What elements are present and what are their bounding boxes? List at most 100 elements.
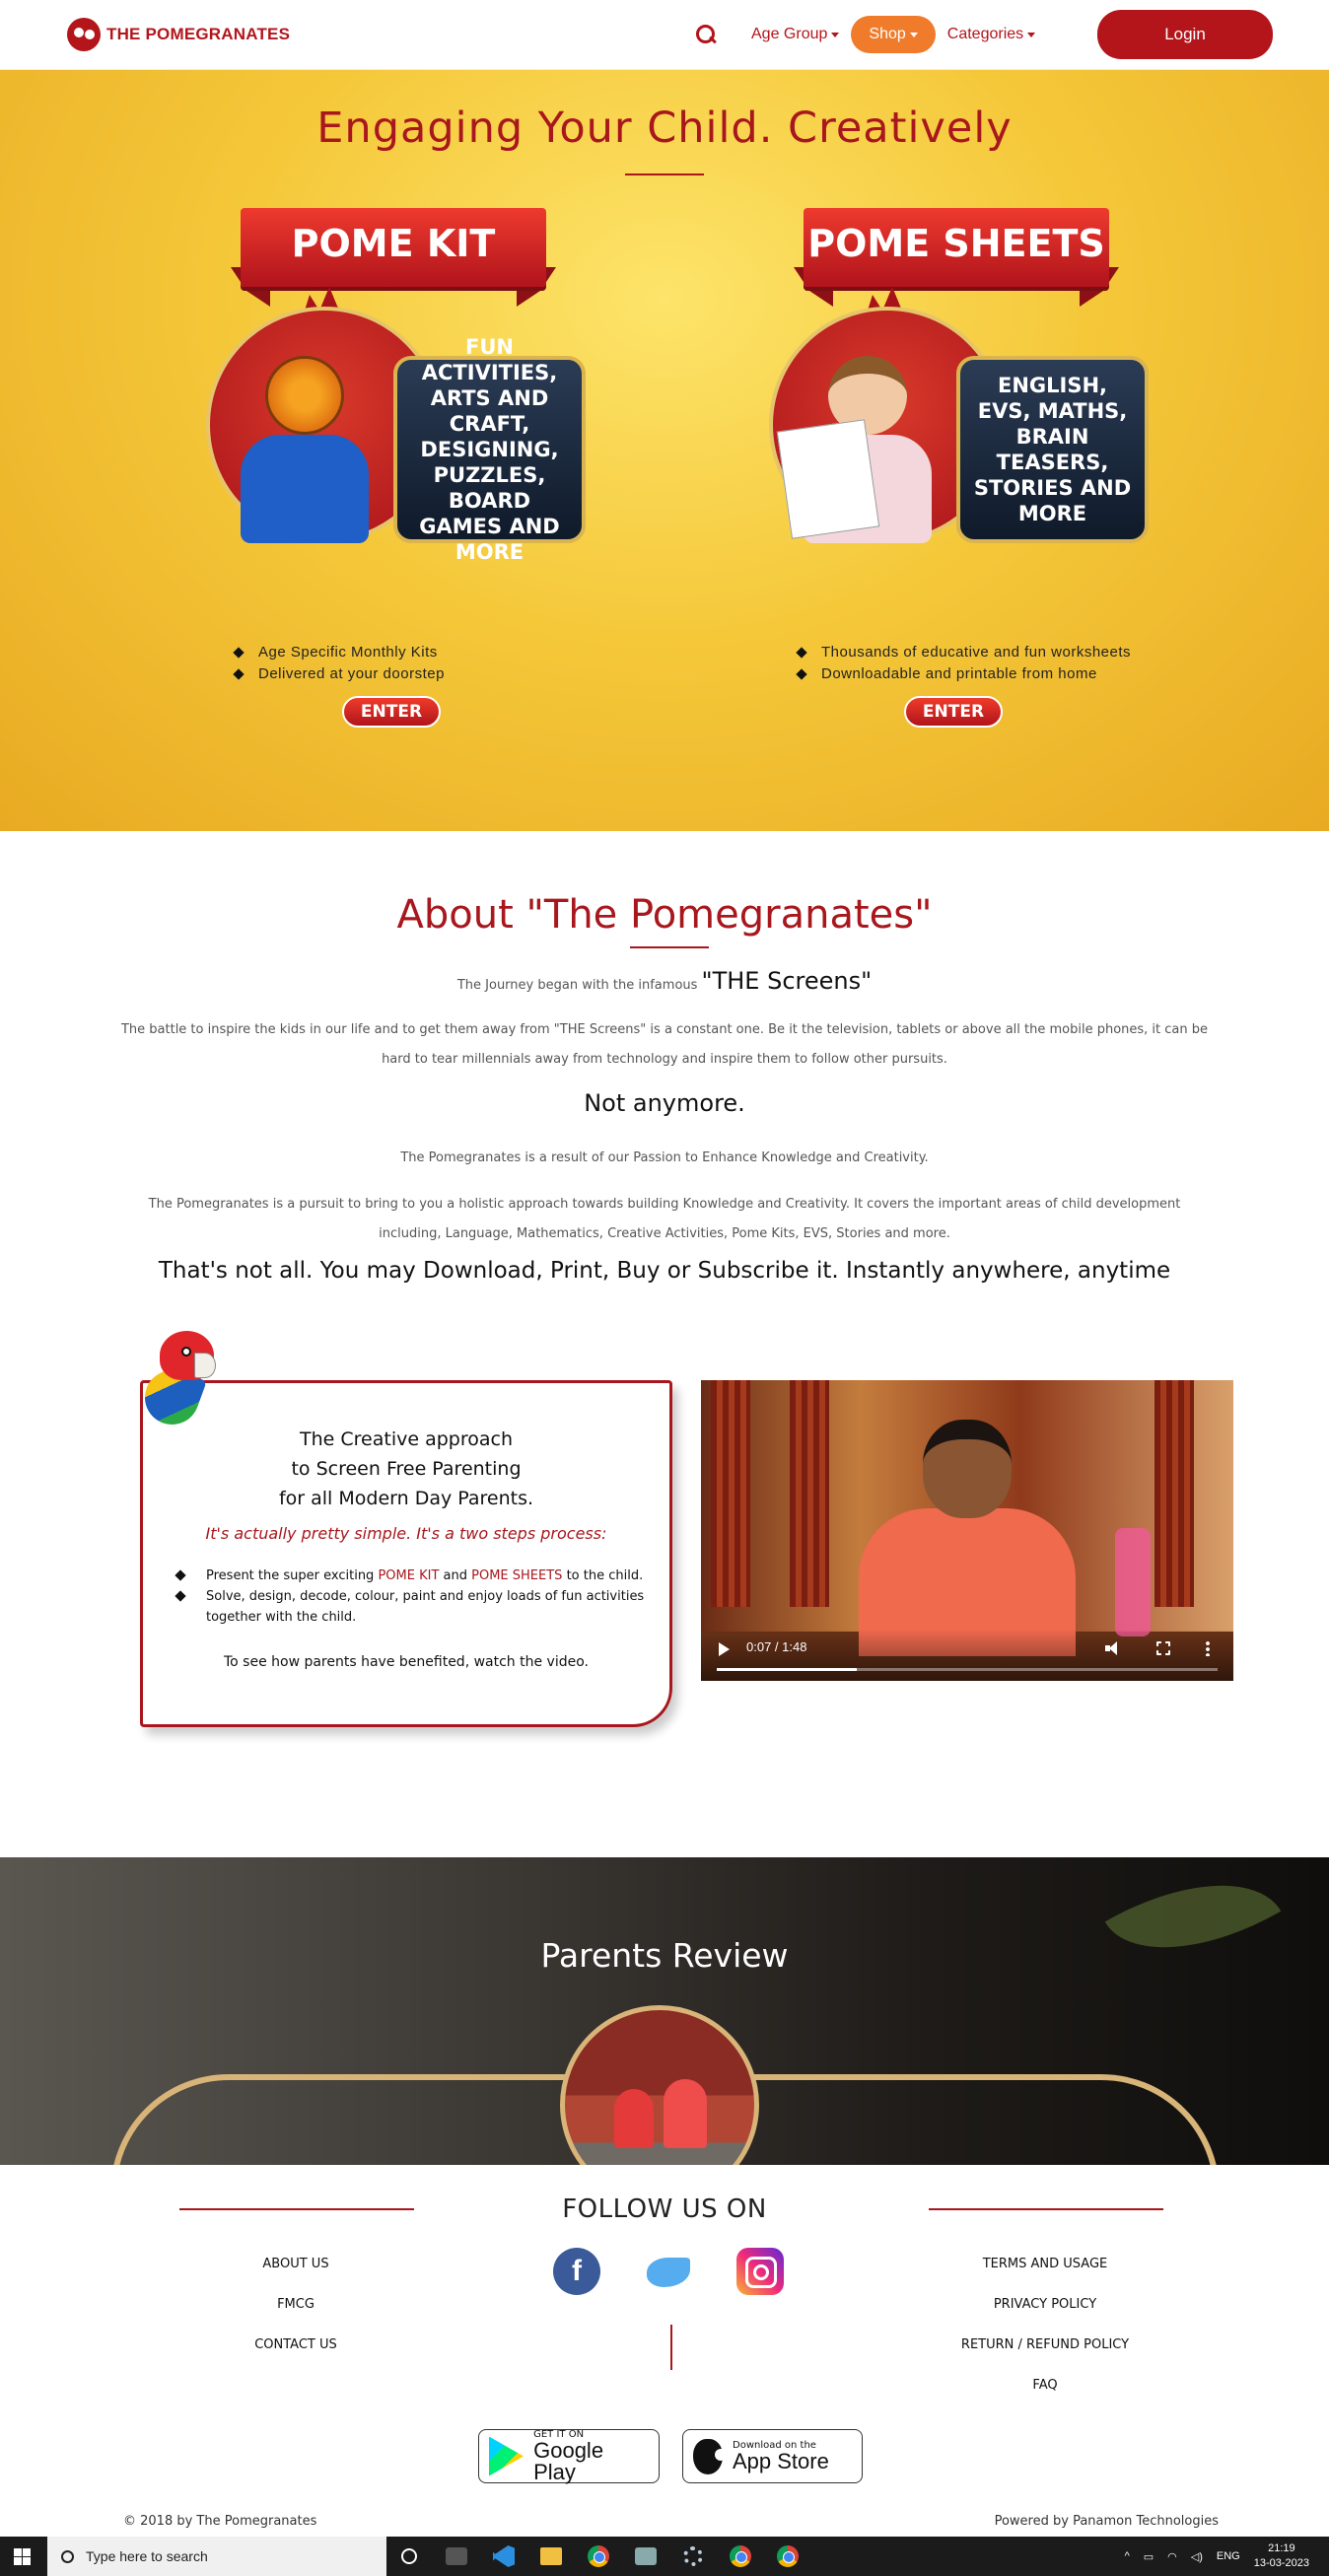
windows-start-icon[interactable] bbox=[14, 2548, 31, 2565]
pome-kit-link[interactable]: POME KIT bbox=[378, 1568, 439, 1583]
hero-banner: Engaging Your Child. Creatively POME KIT… bbox=[0, 70, 1329, 831]
volume-icon[interactable] bbox=[1105, 1641, 1121, 1655]
footer-link-privacy[interactable]: PRIVACY POLICY bbox=[927, 2297, 1163, 2337]
footer-link-about[interactable]: ABOUT US bbox=[197, 2257, 394, 2297]
list-item: Thousands of educative and fun worksheet… bbox=[794, 642, 1131, 663]
settings-icon[interactable] bbox=[678, 2543, 708, 2569]
caret-down-icon bbox=[909, 32, 918, 37]
file-explorer-icon[interactable] bbox=[536, 2543, 566, 2569]
footer-link-terms[interactable]: TERMS AND USAGE bbox=[927, 2257, 1163, 2297]
google-play-big: Google Play bbox=[533, 2437, 604, 2484]
pome-sheets-enter-button[interactable]: ENTER bbox=[904, 696, 1003, 728]
list-item: Solve, design, decode, colour, paint and… bbox=[173, 1586, 656, 1628]
footer-link-faq[interactable]: FAQ bbox=[927, 2378, 1163, 2418]
footer-link-refund[interactable]: RETURN / REFUND POLICY bbox=[927, 2337, 1163, 2378]
list-item: Delivered at your doorstep bbox=[231, 663, 445, 685]
twitter-icon[interactable] bbox=[645, 2248, 692, 2295]
footer-link-contact[interactable]: CONTACT US bbox=[197, 2337, 394, 2378]
cortana-icon[interactable] bbox=[394, 2543, 424, 2569]
pome-kit-bullets: Age Specific Monthly Kits Delivered at y… bbox=[231, 642, 445, 685]
taskbar-apps bbox=[394, 2537, 803, 2576]
play-icon[interactable] bbox=[719, 1642, 730, 1656]
list-item: Downloadable and printable from home bbox=[794, 663, 1131, 685]
pome-kit-card: POME KIT FUN ACTIVITIES, ARTS AND CRAFT,… bbox=[162, 208, 625, 760]
instagram-icon[interactable] bbox=[736, 2248, 784, 2295]
app-store-text: Download on the App Store bbox=[733, 2440, 829, 2472]
more-options-icon[interactable] bbox=[1206, 1640, 1210, 1656]
tiger-mask bbox=[265, 356, 344, 435]
about-heading: Not anymore. bbox=[584, 1089, 745, 1117]
search-icon bbox=[61, 2549, 74, 2563]
speaker-head bbox=[923, 1420, 1012, 1518]
parents-review-section: Parents Review bbox=[0, 1857, 1329, 2165]
pome-sheets-bullets: Thousands of educative and fun worksheet… bbox=[794, 642, 1131, 685]
apple-icon bbox=[693, 2438, 727, 2474]
speaker-icon[interactable]: ◁) bbox=[1191, 2550, 1203, 2563]
parrot-beak bbox=[194, 1353, 216, 1378]
footer-link-fmcg[interactable]: FMCG bbox=[197, 2297, 394, 2337]
curtain bbox=[790, 1380, 829, 1607]
clock-date: 13-03-2023 bbox=[1253, 2557, 1309, 2569]
facebook-icon[interactable]: f bbox=[553, 2248, 600, 2295]
pome-sheets-link[interactable]: POME SHEETS bbox=[471, 1568, 562, 1583]
pome-sheets-card: POME SHEETS ENGLISH, EVS, MATHS, BRAIN T… bbox=[725, 208, 1188, 760]
language-indicator[interactable]: ENG bbox=[1217, 2550, 1240, 2562]
video-player[interactable]: 0:07 / 1:48 bbox=[701, 1380, 1233, 1681]
google-play-badge[interactable]: GET IT ON Google Play bbox=[478, 2429, 660, 2483]
video-progress-bar[interactable] bbox=[717, 1668, 1218, 1671]
nav-shop[interactable]: Shop bbox=[851, 16, 936, 53]
system-tray: ^ ▭ ◠ ◁) ENG 21:19 13-03-2023 bbox=[1125, 2537, 1309, 2576]
about-journey: The Journey began with the infamous "THE… bbox=[0, 967, 1329, 995]
nav-categories-label: Categories bbox=[946, 26, 1024, 42]
logo[interactable]: THE POMEGRANATES bbox=[67, 18, 290, 51]
pome-sheets-info-box: ENGLISH, EVS, MATHS, BRAIN TEASERS, STOR… bbox=[956, 356, 1149, 543]
app-icon[interactable] bbox=[631, 2543, 661, 2569]
chrome-icon[interactable] bbox=[773, 2543, 803, 2569]
windows-taskbar: Type here to search ^ ▭ ◠ ◁) ENG 21:19 1… bbox=[0, 2537, 1329, 2576]
pome-kit-enter-button[interactable]: ENTER bbox=[342, 696, 441, 728]
creative-subtitle: It's actually pretty simple. It's a two … bbox=[205, 1524, 607, 1543]
chrome-icon[interactable] bbox=[726, 2543, 755, 2569]
pome-kit-info-text: FUN ACTIVITIES, ARTS AND CRAFT, DESIGNIN… bbox=[419, 335, 560, 564]
footer-links-left: ABOUT US FMCG CONTACT US bbox=[197, 2257, 394, 2378]
taskbar-search[interactable]: Type here to search bbox=[47, 2537, 386, 2576]
pome-sheets-info-text: ENGLISH, EVS, MATHS, BRAIN TEASERS, STOR… bbox=[973, 374, 1132, 525]
pome-sheets-title: POME SHEETS bbox=[807, 222, 1105, 265]
vscode-icon[interactable] bbox=[489, 2543, 519, 2569]
pome-sheets-ribbon: POME SHEETS bbox=[794, 208, 1119, 307]
chrome-icon[interactable] bbox=[584, 2543, 613, 2569]
task-view-icon[interactable] bbox=[442, 2543, 471, 2569]
reviewer-photo bbox=[560, 2005, 759, 2165]
logo-text: THE POMEGRANATES bbox=[106, 25, 291, 43]
speaker bbox=[859, 1420, 1076, 1656]
creative-title: The Creative approach to Screen Free Par… bbox=[143, 1425, 669, 1513]
powered-by[interactable]: Powered by Panamon Technologies bbox=[995, 2514, 1219, 2529]
social-links: f bbox=[553, 2248, 784, 2295]
pome-kit-ribbon: POME KIT bbox=[231, 208, 556, 307]
nav-age-group[interactable]: Age Group bbox=[739, 16, 851, 53]
chevron-up-icon[interactable]: ^ bbox=[1125, 2550, 1130, 2562]
fullscreen-icon[interactable] bbox=[1156, 1641, 1170, 1655]
clock-time: 21:19 bbox=[1268, 2542, 1295, 2554]
video-time: 0:07 / 1:48 bbox=[746, 1639, 807, 1654]
video-progress-fill bbox=[717, 1668, 858, 1671]
google-play-text: GET IT ON Google Play bbox=[533, 2429, 649, 2484]
about-divider bbox=[630, 946, 709, 948]
list-item: Age Specific Monthly Kits bbox=[231, 642, 445, 663]
child-body bbox=[241, 435, 369, 543]
wifi-icon[interactable]: ◠ bbox=[1167, 2550, 1177, 2563]
caret-down-icon bbox=[1027, 32, 1036, 37]
nav-categories[interactable]: Categories bbox=[936, 16, 1047, 53]
clock[interactable]: 21:19 13-03-2023 bbox=[1254, 2541, 1309, 2571]
step-text: and bbox=[443, 1568, 467, 1583]
main-nav: Age Group Shop Categories bbox=[690, 14, 1047, 55]
creative-footer: To see how parents have benefited, watch… bbox=[223, 1654, 590, 1670]
creative-approach-card: The Creative approach to Screen Free Par… bbox=[140, 1380, 672, 1727]
app-store-badge[interactable]: Download on the App Store bbox=[682, 2429, 863, 2483]
search-icon[interactable] bbox=[690, 20, 720, 49]
caret-down-icon bbox=[831, 32, 840, 37]
battery-icon[interactable]: ▭ bbox=[1144, 2550, 1154, 2563]
about-paragraph: The Pomegranates is a result of our Pass… bbox=[400, 1150, 929, 1165]
follow-us-title: FOLLOW US ON bbox=[562, 2194, 767, 2224]
login-button[interactable]: Login bbox=[1097, 10, 1273, 59]
